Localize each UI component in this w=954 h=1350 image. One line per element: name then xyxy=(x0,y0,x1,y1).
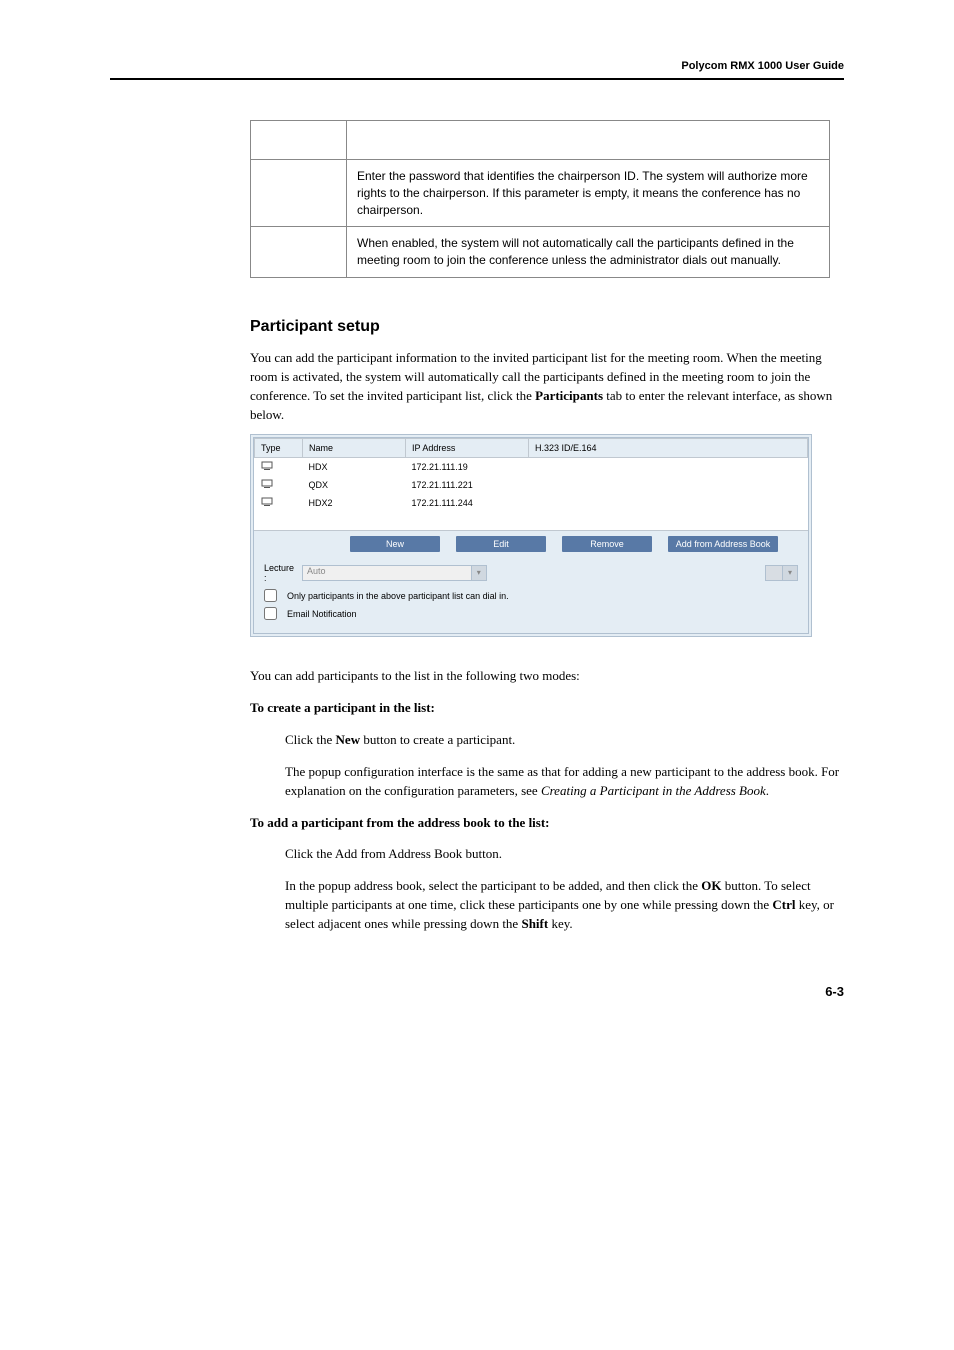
table-row[interactable]: QDX 172.21.111.221 xyxy=(255,476,808,494)
create-heading: To create a participant in the list: xyxy=(250,699,844,718)
guide-title: Polycom RMX 1000 User Guide xyxy=(681,60,844,72)
edit-button[interactable]: Edit xyxy=(456,536,546,552)
desc-cell-1: When enabled, the system will not automa… xyxy=(347,227,830,278)
only-participants-checkbox[interactable] xyxy=(264,589,277,602)
table-row[interactable]: HDX 172.21.111.19 xyxy=(255,458,808,477)
param-header xyxy=(251,121,347,160)
add-heading: To add a participant from the address bo… xyxy=(250,814,844,833)
screenshot-footer: Lecture : Auto ▾ ▾ Only participants in … xyxy=(254,557,808,633)
row-ip: 172.21.111.244 xyxy=(406,494,529,512)
row-name: HDX xyxy=(303,458,406,477)
endpoint-icon xyxy=(255,458,303,477)
add-step-2: In the popup address book, select the pa… xyxy=(285,877,844,934)
col-h323[interactable]: H.323 ID/E.164 xyxy=(529,439,808,458)
lecture-secondary-select[interactable]: ▾ xyxy=(765,565,798,581)
table-row[interactable]: HDX2 172.21.111.244 xyxy=(255,494,808,512)
create-step-1: Click the New button to create a partici… xyxy=(285,731,844,750)
list-empty-area xyxy=(255,512,808,530)
row-name: QDX xyxy=(303,476,406,494)
chevron-down-icon: ▾ xyxy=(471,566,486,580)
lecture-value: Auto xyxy=(307,566,326,576)
row-ip: 172.21.111.221 xyxy=(406,476,529,494)
chevron-down-icon: ▾ xyxy=(782,566,797,580)
intro-paragraph: You can add the participant information … xyxy=(250,349,844,424)
row-name: HDX2 xyxy=(303,494,406,512)
col-name[interactable]: Name xyxy=(303,439,406,458)
add-from-address-book-button[interactable]: Add from Address Book xyxy=(668,536,778,552)
participants-screenshot: Type Name IP Address H.323 ID/E.164 HDX … xyxy=(250,434,812,637)
remove-button[interactable]: Remove xyxy=(562,536,652,552)
endpoint-icon xyxy=(255,494,303,512)
page-number: 6-3 xyxy=(110,984,844,999)
col-ip[interactable]: IP Address xyxy=(406,439,529,458)
parameter-table: Enter the password that identifies the c… xyxy=(250,120,830,278)
desc-cell-0: Enter the password that identifies the c… xyxy=(347,160,830,227)
lecture-select[interactable]: Auto ▾ xyxy=(302,565,487,581)
param-cell-1 xyxy=(251,227,347,278)
intro-bold: Participants xyxy=(535,388,603,403)
section-heading: Participant setup xyxy=(250,318,844,336)
lecture-label: Lecture : xyxy=(264,563,294,583)
new-button[interactable]: New xyxy=(350,536,440,552)
button-row: New Edit Remove Add from Address Book xyxy=(254,530,808,557)
page-header: Polycom RMX 1000 User Guide xyxy=(110,60,844,80)
email-notification-checkbox[interactable] xyxy=(264,607,277,620)
create-step-2: The popup configuration interface is the… xyxy=(285,763,844,801)
two-modes-text: You can add participants to the list in … xyxy=(250,667,844,686)
add-step-1: Click the Add from Address Book button. xyxy=(285,845,844,864)
param-cell-0 xyxy=(251,160,347,227)
participants-table[interactable]: Type Name IP Address H.323 ID/E.164 HDX … xyxy=(254,438,808,530)
only-participants-label: Only participants in the above participa… xyxy=(287,591,509,601)
endpoint-icon xyxy=(255,476,303,494)
row-ip: 172.21.111.19 xyxy=(406,458,529,477)
email-notification-label: Email Notification xyxy=(287,609,357,619)
col-type[interactable]: Type xyxy=(255,439,303,458)
desc-header xyxy=(347,121,830,160)
